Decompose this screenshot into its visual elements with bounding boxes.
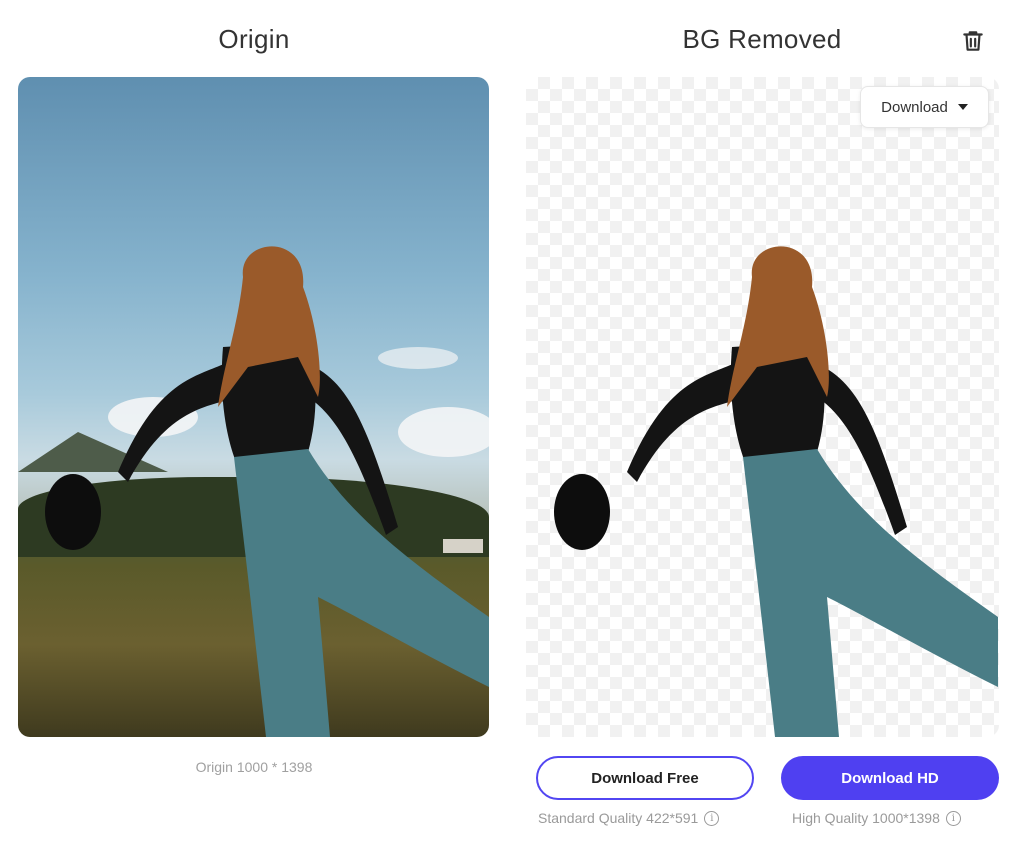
download-hd-button[interactable]: Download HD [781, 756, 999, 800]
person-cutout [554, 246, 998, 737]
caret-down-icon [957, 104, 968, 110]
download-dropdown[interactable]: Download [860, 86, 989, 128]
origin-title: Origin [218, 24, 290, 54]
download-free-button[interactable]: Download Free [536, 756, 754, 800]
person-figure [45, 246, 489, 737]
standard-quality-label: Standard Quality 422*591 [538, 810, 699, 826]
high-quality-label: High Quality 1000*1398 [792, 810, 940, 826]
info-icon[interactable]: i [704, 810, 720, 826]
high-quality-info: High Quality 1000*1398 i [792, 810, 961, 826]
bg-removed-title: BG Removed [682, 24, 842, 54]
bg-removed-image [526, 77, 999, 737]
origin-dimensions: Origin 1000 * 1398 [195, 759, 313, 775]
info-icon[interactable]: i [945, 810, 961, 826]
original-image [18, 77, 489, 737]
trash-icon[interactable] [960, 28, 986, 54]
download-dropdown-label: Download [881, 98, 948, 116]
standard-quality-info: Standard Quality 422*591 i [538, 810, 720, 826]
